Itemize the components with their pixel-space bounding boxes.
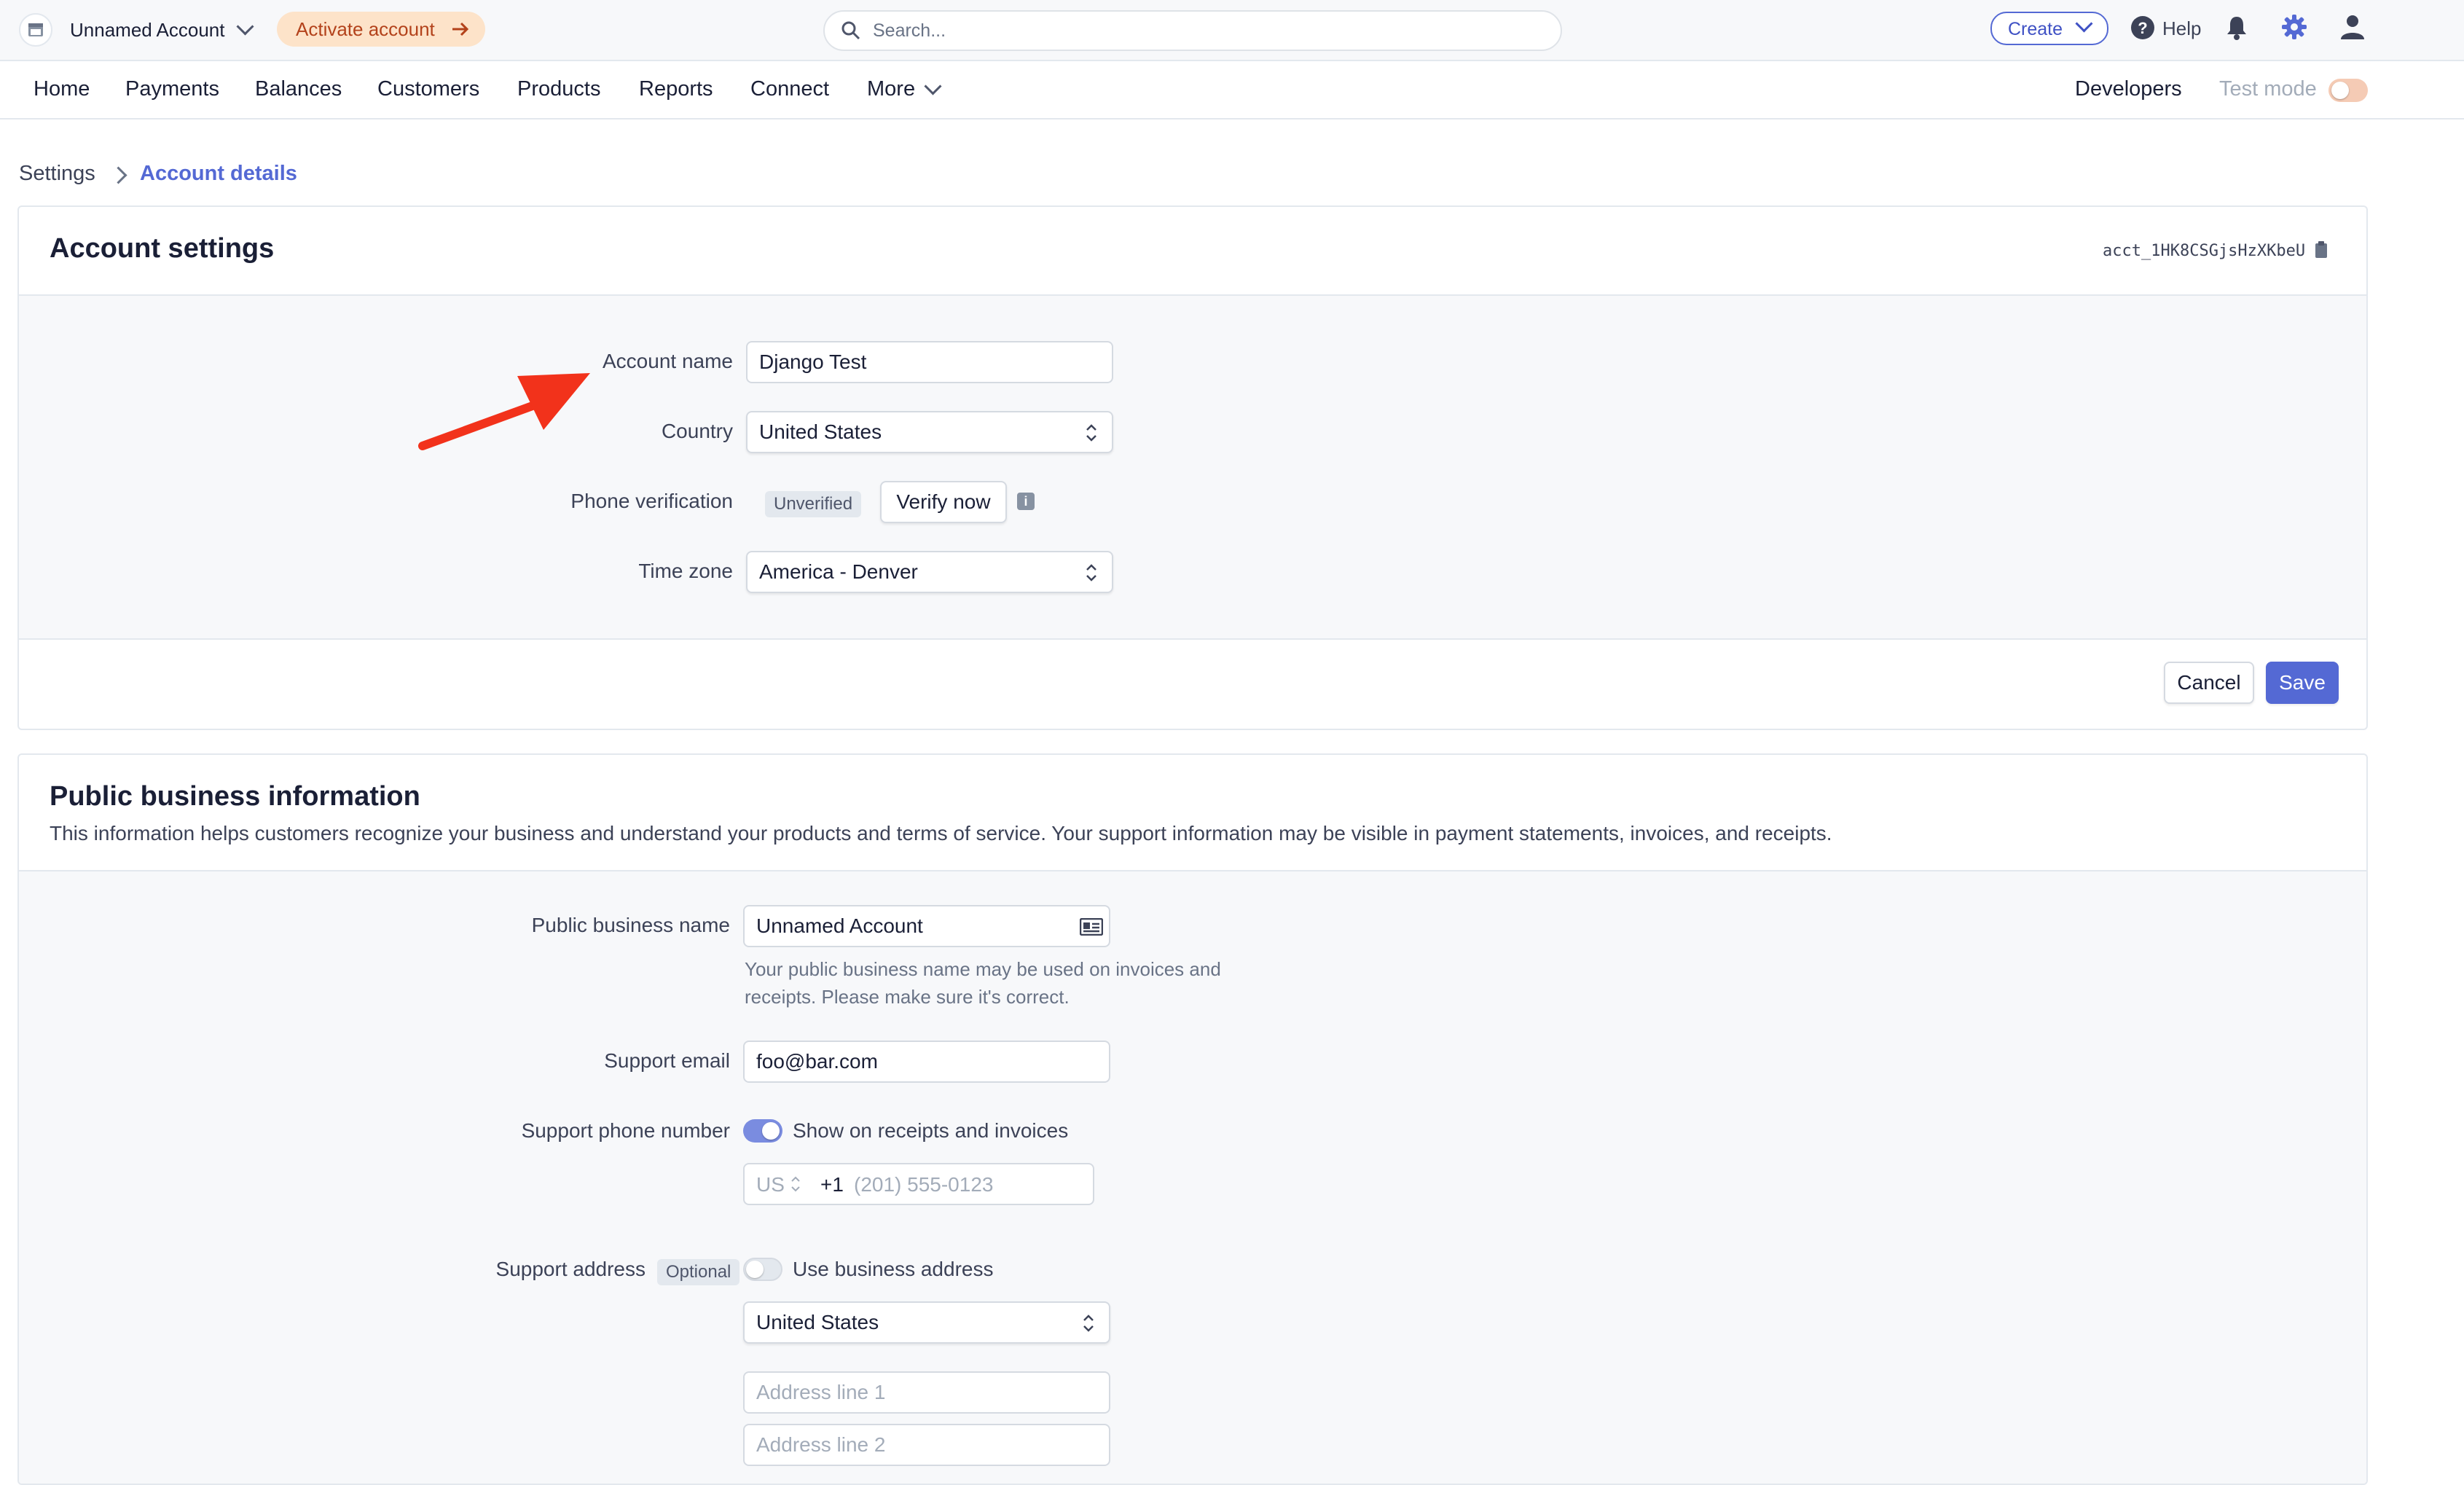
public-business-name-value: Unnamed Account xyxy=(756,914,923,937)
breadcrumb: Settings Account details xyxy=(19,162,456,191)
account-settings-title: Account settings xyxy=(50,233,275,264)
search-icon xyxy=(841,21,860,40)
use-business-address-toggle[interactable] xyxy=(743,1258,782,1281)
phone-placeholder: (201) 555-0123 xyxy=(854,1173,994,1196)
select-arrows-icon xyxy=(1086,424,1096,442)
support-email-input[interactable]: foo@bar.com xyxy=(743,1041,1110,1083)
account-name-value: Django Test xyxy=(759,350,867,373)
info-icon[interactable]: i xyxy=(1017,493,1035,510)
verify-now-button[interactable]: Verify now xyxy=(880,481,1007,523)
toggle-knob xyxy=(2331,82,2349,99)
breadcrumb-account-details[interactable]: Account details xyxy=(140,162,297,186)
svg-text:?: ? xyxy=(2138,19,2147,37)
country-value: United States xyxy=(759,420,882,443)
toggle-knob xyxy=(746,1261,764,1278)
nav-payments[interactable]: Payments xyxy=(125,77,219,101)
account-id[interactable]: acct_1HK8CSGjsHzXKbeU xyxy=(2103,242,2305,260)
account-settings-card: Account settings acct_1HK8CSGjsHzXKbeU A… xyxy=(17,205,2368,730)
annotation-arrow xyxy=(418,373,590,450)
nav-customers[interactable]: Customers xyxy=(377,77,479,101)
nav-reports[interactable]: Reports xyxy=(639,77,713,101)
address-line2-input[interactable]: Address line 2 xyxy=(743,1424,1110,1466)
nav-more[interactable]: More xyxy=(867,77,915,101)
phone-verification-label: Phone verification xyxy=(570,490,733,512)
select-arrows-icon xyxy=(791,1176,800,1192)
time-zone-label: Time zone xyxy=(638,560,733,582)
help-button[interactable]: ? Help xyxy=(2130,12,2206,45)
support-email-label: Support email xyxy=(604,1049,730,1072)
address-line1-placeholder: Address line 1 xyxy=(756,1381,886,1403)
save-button[interactable]: Save xyxy=(2266,662,2339,704)
use-business-address-label: Use business address xyxy=(793,1258,994,1280)
account-name-input[interactable]: Django Test xyxy=(746,341,1113,383)
select-arrows-icon xyxy=(1083,1314,1094,1332)
test-mode-label: Test mode xyxy=(2219,77,2317,101)
account-name: Unnamed Account xyxy=(70,19,225,41)
nav-balances[interactable]: Balances xyxy=(255,77,342,101)
nav-products[interactable]: Products xyxy=(517,77,600,101)
top-bar: Unnamed Account Activate account Search.… xyxy=(0,0,2464,61)
id-card-icon xyxy=(1080,918,1103,936)
user-icon[interactable] xyxy=(2339,13,2366,41)
bell-icon[interactable] xyxy=(2225,15,2248,41)
activate-account-label: Activate account xyxy=(296,18,435,40)
nav-home[interactable]: Home xyxy=(34,77,90,101)
country-select[interactable]: United States xyxy=(746,411,1113,453)
public-business-body: Public business name Unnamed Account You… xyxy=(19,870,2366,1484)
clipboard-icon[interactable] xyxy=(2314,240,2328,259)
toggle-knob xyxy=(762,1122,780,1140)
help-label: Help xyxy=(2162,17,2202,39)
help-icon: ? xyxy=(2131,16,2154,39)
nav-connect[interactable]: Connect xyxy=(750,77,829,101)
time-zone-value: America - Denver xyxy=(759,560,918,583)
select-arrows-icon xyxy=(1086,564,1096,581)
address-country-select[interactable]: United States xyxy=(743,1301,1110,1344)
show-on-receipts-label: Show on receipts and invoices xyxy=(793,1119,1069,1142)
optional-badge: Optional xyxy=(657,1259,740,1285)
phone-country-code[interactable]: US xyxy=(756,1173,785,1196)
breadcrumb-settings[interactable]: Settings xyxy=(19,162,95,186)
show-on-receipts-toggle[interactable] xyxy=(743,1119,782,1143)
public-business-description: This information helps customers recogni… xyxy=(50,822,1832,845)
public-business-title: Public business information xyxy=(50,781,420,812)
public-business-name-help-1: Your public business name may be used on… xyxy=(745,958,1221,980)
phone-dial-code: +1 xyxy=(820,1173,844,1196)
time-zone-select[interactable]: America - Denver xyxy=(746,551,1113,593)
support-email-value: foo@bar.com xyxy=(756,1050,878,1073)
address-line1-input[interactable]: Address line 1 xyxy=(743,1371,1110,1414)
public-business-card: Public business information This informa… xyxy=(17,753,2368,1485)
support-address-label: Support address xyxy=(495,1258,646,1280)
public-business-name-help-2: receipts. Please make sure it's correct. xyxy=(745,986,1070,1008)
create-label: Create xyxy=(2008,19,2063,39)
nav-developers[interactable]: Developers xyxy=(2075,77,2182,101)
account-switcher[interactable]: Unnamed Account xyxy=(19,10,259,50)
address-country-value: United States xyxy=(756,1311,879,1333)
store-icon xyxy=(19,13,52,47)
gear-icon[interactable] xyxy=(2280,13,2308,41)
support-phone-input[interactable]: US +1 (201) 555-0123 xyxy=(743,1163,1094,1205)
public-business-name-label: Public business name xyxy=(531,914,730,936)
address-line2-placeholder: Address line 2 xyxy=(756,1433,886,1456)
account-settings-body: Account name Django Test Country United … xyxy=(19,294,2366,640)
chevron-down-icon xyxy=(2075,15,2093,33)
public-business-name-input[interactable]: Unnamed Account xyxy=(743,905,1110,947)
chevron-down-icon xyxy=(236,17,254,36)
create-button[interactable]: Create xyxy=(1990,12,2108,45)
arrow-right-icon xyxy=(452,22,469,36)
search-placeholder: Search... xyxy=(873,20,946,41)
cancel-button[interactable]: Cancel xyxy=(2164,662,2254,704)
test-mode-toggle[interactable] xyxy=(2328,79,2368,102)
chevron-right-icon xyxy=(109,166,127,184)
activate-account-button[interactable]: Activate account xyxy=(277,12,485,47)
search-input[interactable]: Search... xyxy=(823,10,1562,51)
unverified-badge: Unverified xyxy=(765,491,862,517)
support-phone-label: Support phone number xyxy=(521,1119,730,1142)
